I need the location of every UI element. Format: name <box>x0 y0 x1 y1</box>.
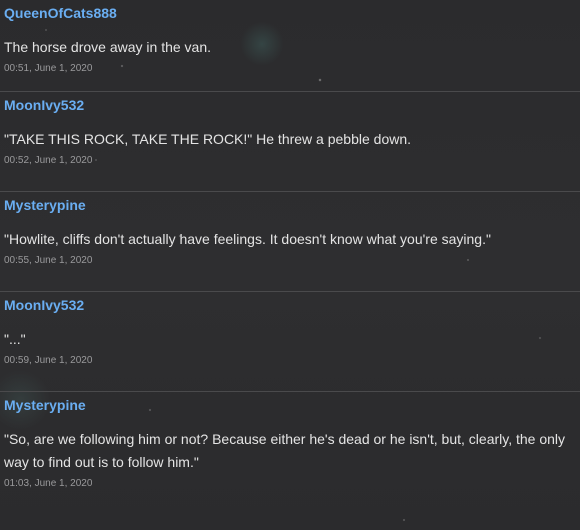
comment-post: MoonIvy532 "..." 00:59, June 1, 2020 <box>0 292 580 392</box>
comment-timestamp: 00:59, June 1, 2020 <box>4 355 93 366</box>
comment-post: QueenOfCats888 The horse drove away in t… <box>0 0 580 92</box>
comment-post: MoonIvy532 "TAKE THIS ROCK, TAKE THE ROC… <box>0 92 580 192</box>
comment-body: "..." <box>4 331 26 347</box>
comment-author-link[interactable]: QueenOfCats888 <box>4 5 117 21</box>
comment-timestamp: 01:03, June 1, 2020 <box>4 478 93 489</box>
comment-body: "TAKE THIS ROCK, TAKE THE ROCK!" He thre… <box>4 131 412 147</box>
comment-body: The horse drove away in the van. <box>4 39 212 55</box>
comment-body: "Howlite, cliffs don't actually have fee… <box>4 231 491 247</box>
comment-timestamp: 00:52, June 1, 2020 <box>4 155 93 166</box>
comment-author-link[interactable]: Mysterypine <box>4 397 86 413</box>
comment-feed: QueenOfCats888 The horse drove away in t… <box>0 0 580 522</box>
comment-author-link[interactable]: MoonIvy532 <box>4 97 84 113</box>
comment-timestamp: 00:51, June 1, 2020 <box>4 63 93 74</box>
comment-post: Mysterypine "So, are we following him or… <box>0 392 580 522</box>
comment-author-link[interactable]: Mysterypine <box>4 197 86 213</box>
comment-author-link[interactable]: MoonIvy532 <box>4 297 84 313</box>
comment-body: "So, are we following him or not? Becaus… <box>4 431 566 470</box>
comment-timestamp: 00:55, June 1, 2020 <box>4 255 93 266</box>
comment-post: Mysterypine "Howlite, cliffs don't actua… <box>0 192 580 292</box>
